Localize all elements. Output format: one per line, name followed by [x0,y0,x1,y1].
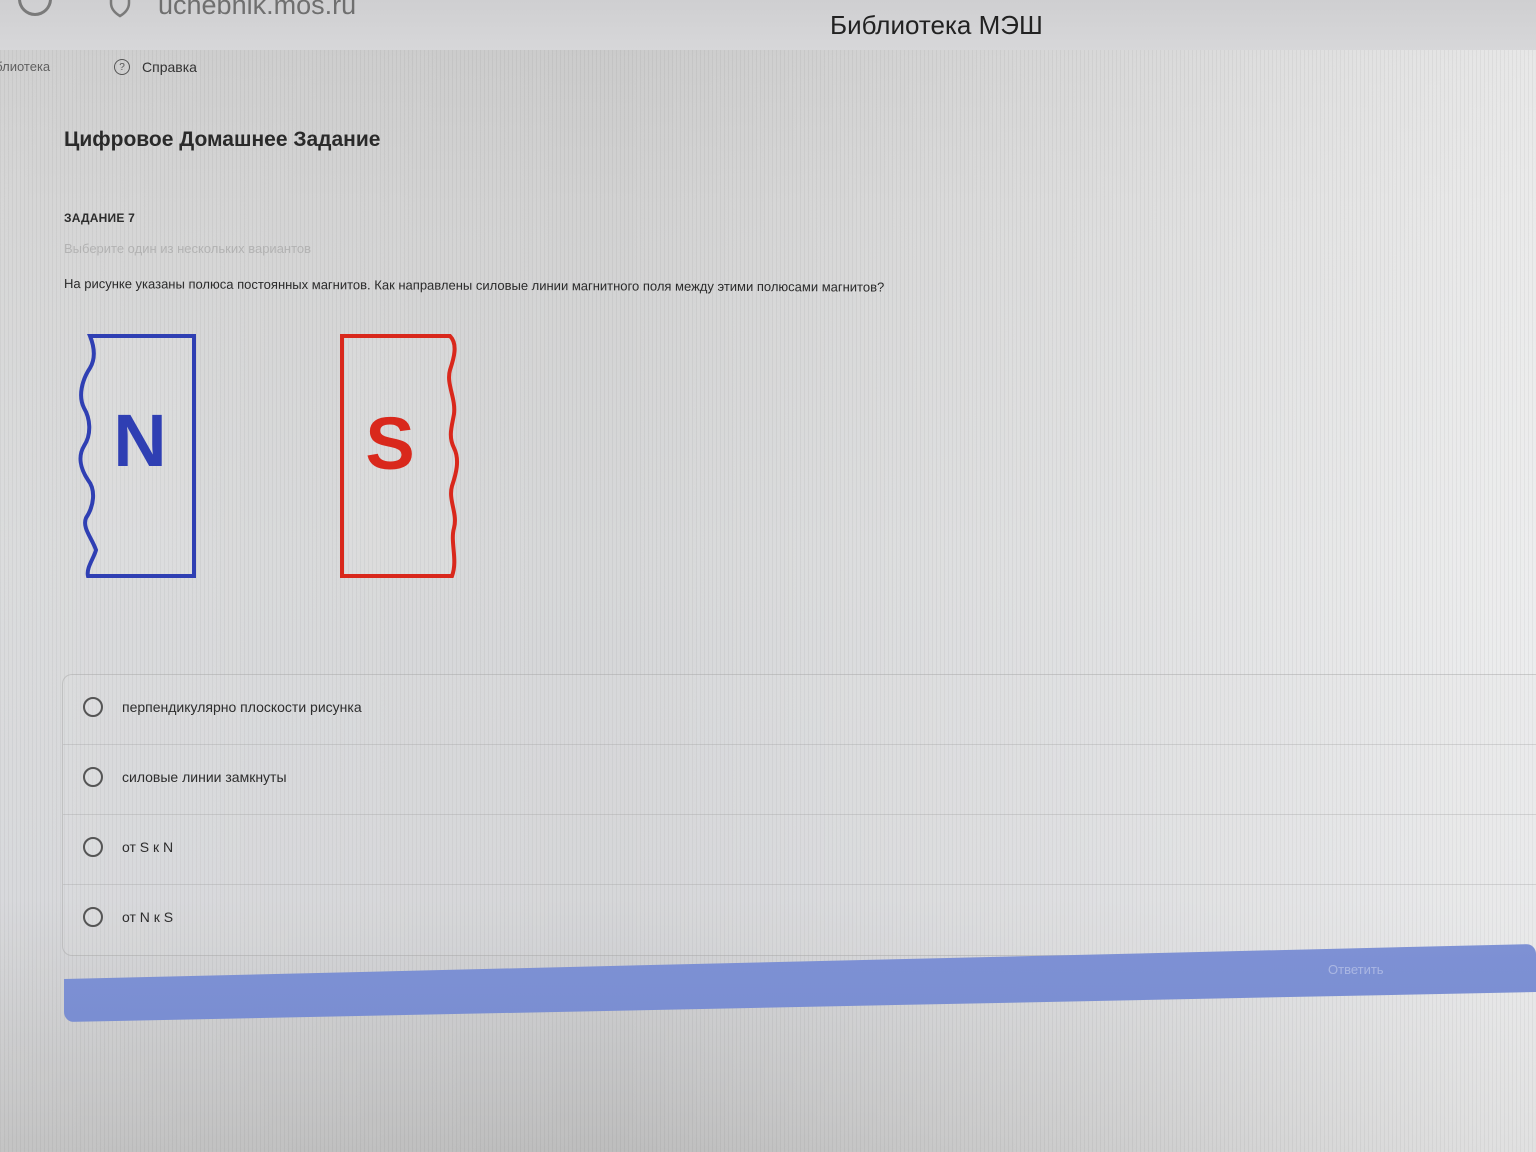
answer-option-1[interactable]: перпендикулярно плоскости рисунка [63,675,1536,745]
option-3-label[interactable]: от S к N [122,839,173,855]
magnet-poles-illustration: N S [78,334,460,578]
option-2-radio[interactable] [83,767,103,787]
breadcrumb-nav: иблиотека ? Справка [0,55,420,83]
answer-option-3[interactable]: от S к N [63,815,1536,885]
answer-options-card: перпендикулярно плоскости рисунка силовы… [62,674,1536,956]
option-1-label[interactable]: перпендикулярно плоскости рисунка [122,699,362,715]
magnet-figure: N S [70,322,470,592]
tab-title[interactable]: Библиотека МЭШ [830,10,1043,41]
nav-help-link[interactable]: Справка [142,59,197,75]
south-pole-label: S [365,402,414,485]
option-1-radio[interactable] [83,697,103,717]
nav-library-link[interactable]: иблиотека [0,59,50,74]
task-question: На рисунке указаны полюса постоянных маг… [63,276,885,295]
task-label: ЗАДАНИЕ 7 [64,211,135,225]
option-4-label[interactable]: от N к S [122,909,173,925]
option-2-label[interactable]: силовые линии замкнуты [122,769,287,785]
option-3-radio[interactable] [83,837,103,857]
reload-icon[interactable] [18,0,52,16]
shield-icon [109,0,131,18]
answer-option-2[interactable]: силовые линии замкнуты [63,745,1536,815]
browser-address-bar: uchebnik.mos.ru Библиотека МЭШ [0,0,1536,50]
task-instruction: Выберите один из нескольких вариантов [64,241,312,256]
option-4-radio[interactable] [83,907,103,927]
submit-answer-label[interactable]: Ответить [1328,962,1384,977]
north-pole-label: N [113,399,166,482]
answer-option-4[interactable]: от N к S [63,885,1536,955]
south-pole-magnet: S [340,334,460,578]
address-domain[interactable]: uchebnik.mos.ru [158,0,356,21]
help-icon[interactable]: ? [114,59,130,75]
north-pole-magnet: N [78,334,196,578]
page-title: Цифровое Домашнее Задание [64,128,381,151]
